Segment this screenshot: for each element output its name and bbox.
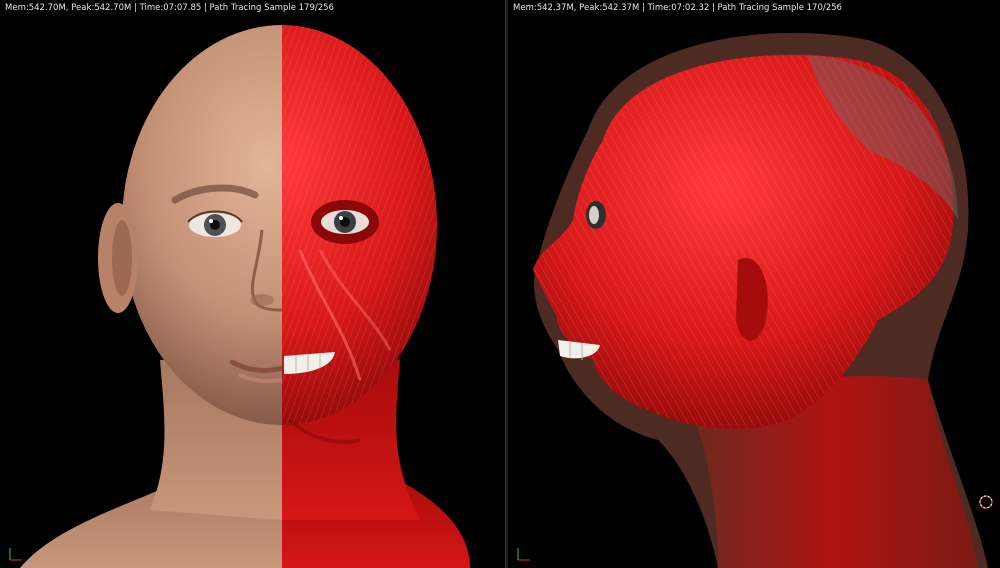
axis-gizmo-icon [9, 548, 22, 561]
3d-cursor-icon[interactable] [978, 494, 994, 510]
render-side-head [533, 32, 988, 568]
viewport-side[interactable]: Mem:542.37M, Peak:542.37M | Time:07:02.3… [508, 0, 1000, 568]
render-stats-side: Mem:542.37M, Peak:542.37M | Time:07:02.3… [513, 3, 842, 13]
render-front-head [20, 25, 470, 568]
viewport-front[interactable]: Mem:542.70M, Peak:542.70M | Time:07:07.8… [0, 0, 505, 568]
render-stats-front: Mem:542.70M, Peak:542.70M | Time:07:07.8… [5, 3, 334, 13]
axis-gizmo-icon [517, 548, 530, 561]
